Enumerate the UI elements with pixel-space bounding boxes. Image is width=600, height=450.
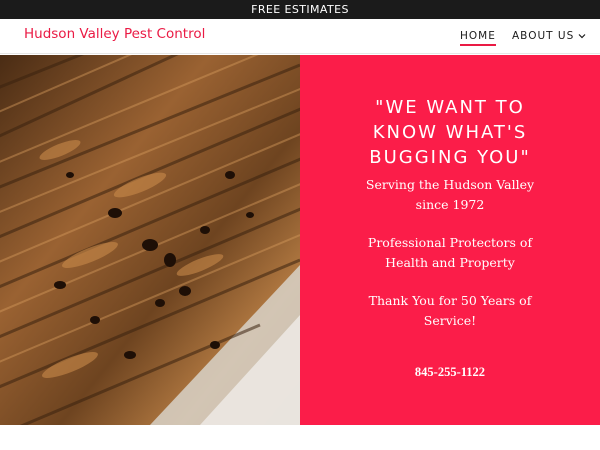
nav-home[interactable]: HOME [460, 30, 496, 46]
nav-about-us[interactable]: ABOUT US [512, 30, 586, 42]
site-header: Hudson Valley Pest Control HOME ABOUT US [0, 19, 600, 54]
nav-about-label: ABOUT US [512, 30, 575, 42]
announcement-text: FREE ESTIMATES [251, 3, 349, 16]
announcement-bar: FREE ESTIMATES [0, 0, 600, 19]
hero-tagline-protectors: Professional Protectors of Health and Pr… [367, 235, 533, 270]
brand-logo-link[interactable]: Hudson Valley Pest Control [24, 26, 205, 42]
hero-text-panel: "WE WANT TO KNOW WHAT'S BUGGING YOU" Ser… [300, 55, 600, 425]
page-bottom [0, 425, 600, 450]
chevron-down-icon [578, 34, 586, 39]
phone-number-link[interactable]: 845-255-1122 [360, 365, 540, 380]
hero-image [0, 55, 300, 425]
hero-headline: "WE WANT TO KNOW WHAT'S BUGGING YOU" [369, 97, 531, 168]
hero-tagline-serving: Serving the Hudson Valley since 1972 [365, 177, 535, 212]
hero-tagline-thanks: Thank You for 50 Years of Service! [368, 293, 532, 328]
termite-damaged-wood-image [0, 55, 300, 425]
